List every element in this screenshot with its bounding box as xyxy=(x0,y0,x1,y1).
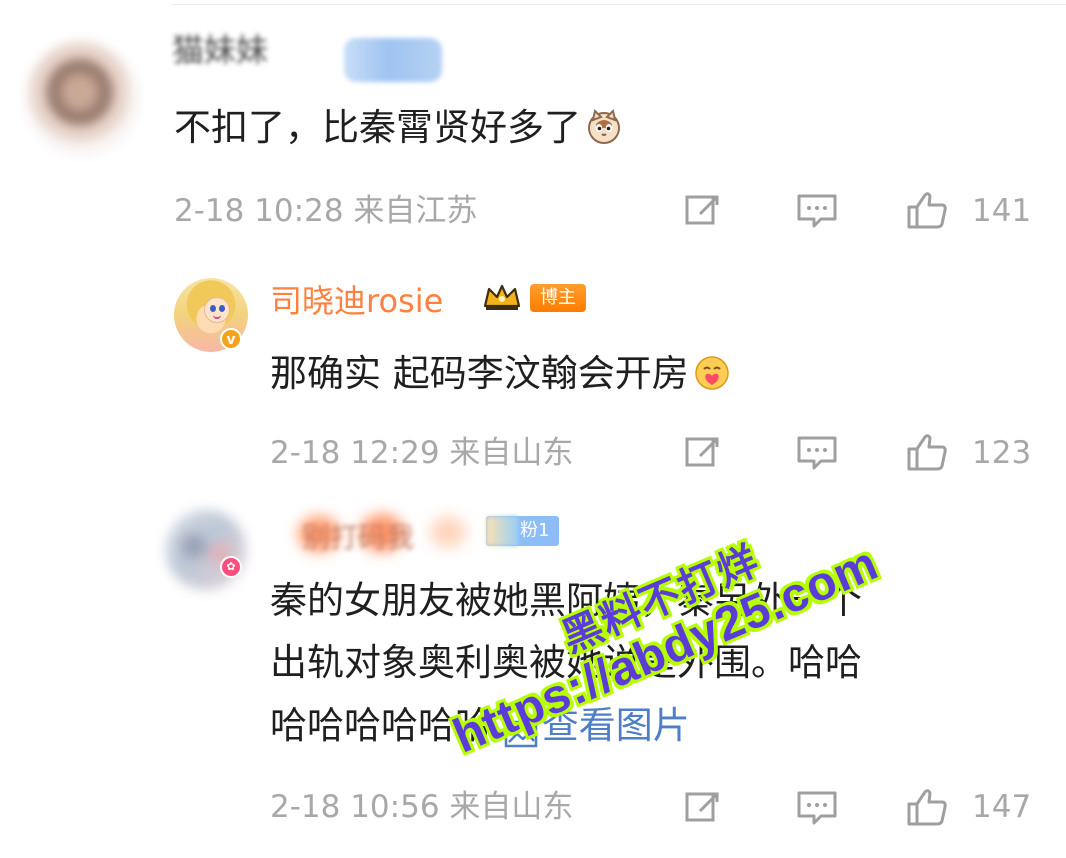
comment-item: 猫妹妹 不扣了，比秦霄贤好多了 2-18 10:28 来自江苏 141 xyxy=(0,0,1066,260)
comment-text: 不扣了，比秦霄贤好多了 xyxy=(174,103,623,153)
heart-face-emoji-icon xyxy=(693,354,731,392)
comment-meta: 2-18 10:28 来自江苏 xyxy=(174,193,478,229)
reply-text-line-2: 出轨对象奥利奥被她说是外围。哈哈 xyxy=(270,641,862,684)
share-icon[interactable] xyxy=(680,785,726,831)
like-count: 147 xyxy=(972,789,1032,825)
reply-author-name[interactable]: 别打码我 xyxy=(302,524,414,552)
like-icon[interactable] xyxy=(904,187,950,233)
reply-author-name[interactable]: 司晓迪rosie xyxy=(270,285,443,317)
commenter-name[interactable]: 猫妹妹 xyxy=(172,34,268,66)
reply-meta: 2-18 10:56 来自山东 xyxy=(270,789,574,825)
view-image-label: 查看图片 xyxy=(541,704,690,747)
share-icon[interactable] xyxy=(680,188,726,234)
image-icon xyxy=(504,711,538,747)
blogger-badge: 博主 xyxy=(530,284,586,312)
comment-text-content: 不扣了，比秦霄贤好多了 xyxy=(174,106,581,149)
reply-item: v 司晓迪rosie 博主 那确实 起码李汶翰会开房 2-18 12:29 来自… xyxy=(0,266,1066,496)
view-image-link[interactable]: 查看图片 xyxy=(504,704,690,747)
reply-meta: 2-18 12:29 来自山东 xyxy=(270,435,574,471)
like-icon[interactable] xyxy=(904,429,950,475)
reply-text-content: 那确实 起码李汶翰会开房 xyxy=(270,352,689,395)
blurred-name-shape xyxy=(430,516,466,548)
reply-text-line-1: 秦的女朋友被她黑阿姨，秦另外一个 xyxy=(270,579,862,622)
blurred-user-badge xyxy=(344,38,442,82)
reply-icon[interactable] xyxy=(794,430,840,476)
reply-icon[interactable] xyxy=(794,785,840,831)
fan-badge-text: 粉1 xyxy=(520,520,550,541)
reply-text-line-3-content: 哈哈哈哈哈哈 xyxy=(270,704,492,747)
like-count: 141 xyxy=(972,193,1032,229)
crown-icon xyxy=(482,282,522,312)
pink-badge-icon: ✿ xyxy=(220,556,242,578)
reply-text-line-3: 哈哈哈哈哈哈 查看图片 xyxy=(270,701,690,751)
reply-item: ✿ 别打码我 粉1 秦的女朋友被她黑阿姨，秦另外一个 出轨对象奥利奥被她说是外围… xyxy=(0,496,1066,858)
reply-avatar[interactable] xyxy=(166,510,246,590)
fan-badge: 粉1 xyxy=(486,516,560,546)
avatar-face-icon xyxy=(204,297,230,323)
reply-text: 那确实 起码李汶翰会开房 xyxy=(270,349,731,399)
fan-badge-blur xyxy=(486,516,518,546)
commenter-avatar[interactable] xyxy=(24,40,140,156)
verified-badge-icon: v xyxy=(220,328,242,350)
reply-icon[interactable] xyxy=(794,188,840,234)
cat-emoji-icon xyxy=(585,108,623,146)
share-icon[interactable] xyxy=(680,430,726,476)
like-icon[interactable] xyxy=(904,784,950,830)
like-count: 123 xyxy=(972,435,1032,471)
